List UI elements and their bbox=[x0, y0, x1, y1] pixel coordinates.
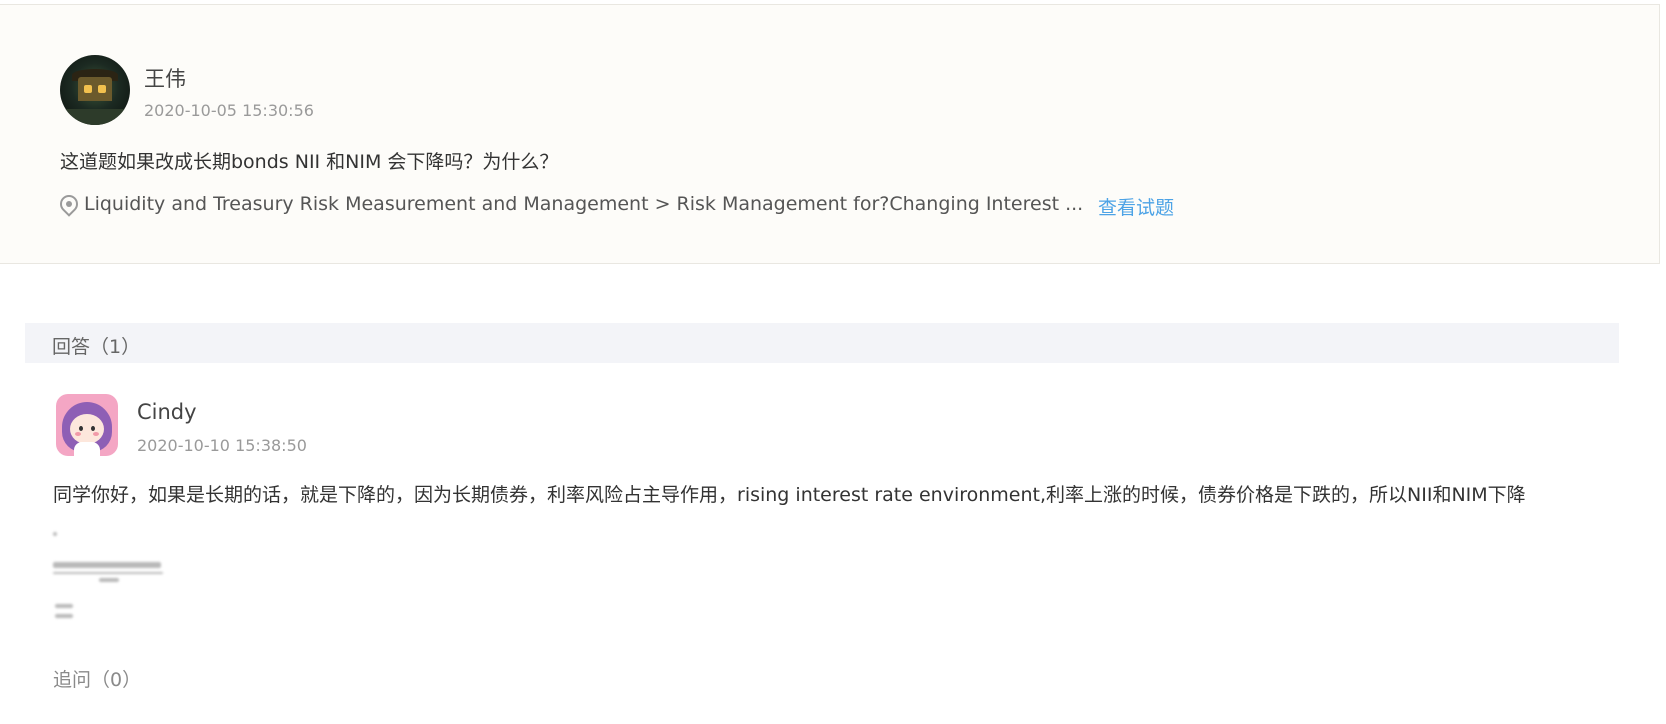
avatar-light bbox=[98, 85, 106, 93]
blur-line bbox=[53, 562, 161, 568]
answerer-name: Cindy bbox=[137, 400, 197, 424]
avatar-cheek bbox=[93, 432, 99, 436]
answer-text: 同学你好，如果是长期的话，就是下降的，因为长期债券，利率风险占主导作用，risi… bbox=[53, 484, 1526, 506]
blur-line bbox=[53, 532, 57, 536]
tag-icon bbox=[56, 191, 82, 217]
asker-avatar[interactable] bbox=[60, 55, 130, 125]
question-text: 这道题如果改成长期bonds NII 和NIM 会下降吗？为什么？ bbox=[60, 151, 559, 173]
question-timestamp: 2020-10-05 15:30:56 bbox=[144, 101, 314, 120]
avatar-cheek bbox=[75, 432, 81, 436]
followup-link[interactable]: 追问（0） bbox=[53, 665, 141, 692]
breadcrumb-text: Liquidity and Treasury Risk Measurement … bbox=[84, 193, 1084, 215]
blur-line bbox=[55, 614, 73, 618]
avatar-ground bbox=[60, 109, 130, 125]
avatar-body bbox=[74, 442, 100, 456]
answerer-avatar[interactable] bbox=[56, 394, 118, 456]
avatar-eye bbox=[91, 426, 95, 431]
answer-timestamp: 2020-10-10 15:38:50 bbox=[137, 436, 307, 455]
avatar-eye bbox=[79, 426, 83, 431]
blur-line bbox=[99, 578, 119, 582]
answers-count: 回答（1） bbox=[52, 336, 141, 358]
avatar-light bbox=[84, 85, 92, 93]
blur-line bbox=[53, 572, 163, 574]
asker-name: 王伟 bbox=[144, 67, 186, 91]
answers-header: 回答（1） bbox=[25, 323, 1619, 363]
blur-line bbox=[55, 604, 73, 608]
blurred-attachment-image[interactable] bbox=[53, 532, 173, 632]
view-question-link[interactable]: 查看试题 bbox=[1098, 193, 1174, 220]
question-card: 王伟 2020-10-05 15:30:56 这道题如果改成长期bonds NI… bbox=[0, 4, 1660, 264]
avatar-face bbox=[70, 414, 104, 444]
breadcrumb: Liquidity and Treasury Risk Measurement … bbox=[56, 191, 1084, 217]
